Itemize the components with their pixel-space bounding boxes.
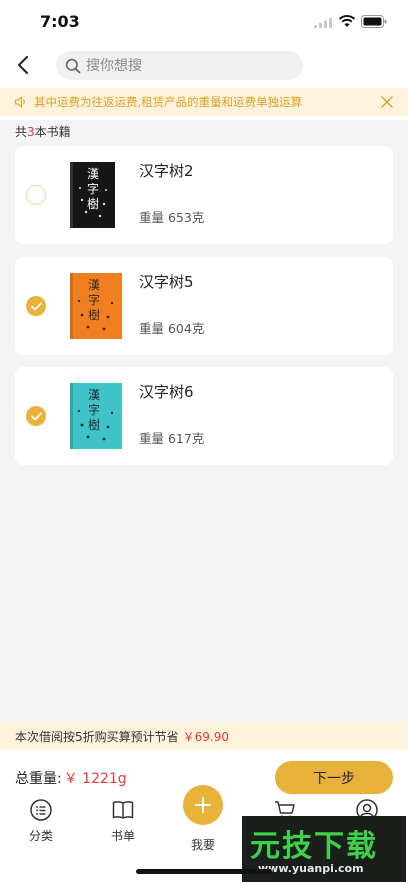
- savings-amount: ￥69.90: [182, 729, 229, 744]
- watermark-url: www.yuanpi.com: [258, 862, 364, 875]
- speaker-icon: [14, 96, 25, 108]
- svg-text:字: 字: [88, 292, 100, 307]
- search-bar[interactable]: [56, 51, 303, 80]
- book-title: 汉字树5: [139, 273, 194, 291]
- book-cover-image: 漢 字 樹: [70, 162, 115, 228]
- svg-text:漢: 漢: [87, 167, 99, 181]
- svg-text:漢: 漢: [88, 278, 100, 292]
- watermark-brand: 元技下载: [250, 829, 378, 864]
- book-weight: 重量 604克: [139, 321, 205, 336]
- count-number: 3: [27, 125, 35, 139]
- tab-book-list[interactable]: 书单: [93, 798, 153, 844]
- notice-text: 其中运费为往返运费,租赁产品的重量和运费单独运算: [34, 95, 303, 109]
- want-button[interactable]: [183, 785, 223, 825]
- savings-banner: 本次借阅按5折购买算预计节省 ￥69.90: [0, 722, 408, 750]
- book-card[interactable]: 漢 字 樹 汉字树2 重量 653克: [15, 146, 393, 244]
- savings-text: 本次借阅按5折购买算预计节省: [15, 729, 179, 744]
- book-cover-image: 漢 字 樹: [70, 273, 122, 339]
- select-checkbox[interactable]: [26, 185, 46, 205]
- book-card[interactable]: 漢 字 樹 汉字树5 重量 604克: [15, 257, 393, 355]
- back-button[interactable]: [12, 54, 34, 76]
- svg-text:字: 字: [88, 402, 100, 417]
- battery-icon: [361, 15, 387, 28]
- book-count: 共3本书籍: [15, 123, 71, 140]
- select-checkbox[interactable]: [26, 296, 46, 316]
- category-icon: [30, 799, 52, 821]
- book-weight: 重量 653克: [139, 210, 205, 225]
- next-step-button[interactable]: 下一步: [275, 761, 393, 794]
- plus-icon: [195, 797, 211, 813]
- book-card[interactable]: 漢 字 樹 汉字树6 重量 617克: [15, 367, 393, 465]
- chevron-left-icon: [18, 56, 28, 74]
- want-label: 我要: [190, 838, 215, 852]
- count-suffix: 本书籍: [34, 125, 71, 139]
- close-icon[interactable]: [381, 96, 393, 108]
- select-checkbox[interactable]: [26, 406, 46, 426]
- checkmark-icon: [30, 412, 42, 420]
- tab-label: 分类: [28, 829, 53, 843]
- count-prefix: 共: [15, 125, 28, 139]
- book-cover-image: 漢 字 樹: [70, 383, 122, 449]
- tab-label: 书单: [110, 829, 135, 843]
- home-indicator[interactable]: [136, 869, 272, 874]
- total-weight-label: 总重量:: [15, 771, 62, 787]
- wifi-icon: [338, 15, 356, 27]
- total-weight: 总重量: ￥ 1221g: [15, 768, 127, 788]
- book-title: 汉字树2: [139, 162, 194, 180]
- book-title: 汉字树6: [139, 383, 194, 401]
- svg-text:樹: 樹: [88, 308, 100, 322]
- book-list-icon: [112, 801, 134, 819]
- shipping-notice-banner: 其中运费为往返运费,租赁产品的重量和运费单独运算: [0, 88, 408, 116]
- book-weight: 重量 617克: [139, 431, 205, 446]
- svg-text:漢: 漢: [88, 388, 100, 402]
- status-bar: 7:03: [0, 0, 408, 44]
- total-weight-value: ￥ 1221g: [63, 771, 127, 787]
- search-input[interactable]: [86, 57, 286, 74]
- svg-text:樹: 樹: [87, 197, 99, 211]
- tab-category[interactable]: 分类: [11, 798, 71, 844]
- svg-text:樹: 樹: [88, 418, 100, 432]
- svg-text:字: 字: [87, 181, 99, 196]
- status-time: 7:03: [40, 12, 80, 31]
- search-icon: [65, 58, 81, 73]
- signal-icon: [314, 18, 332, 28]
- checkmark-icon: [30, 302, 42, 310]
